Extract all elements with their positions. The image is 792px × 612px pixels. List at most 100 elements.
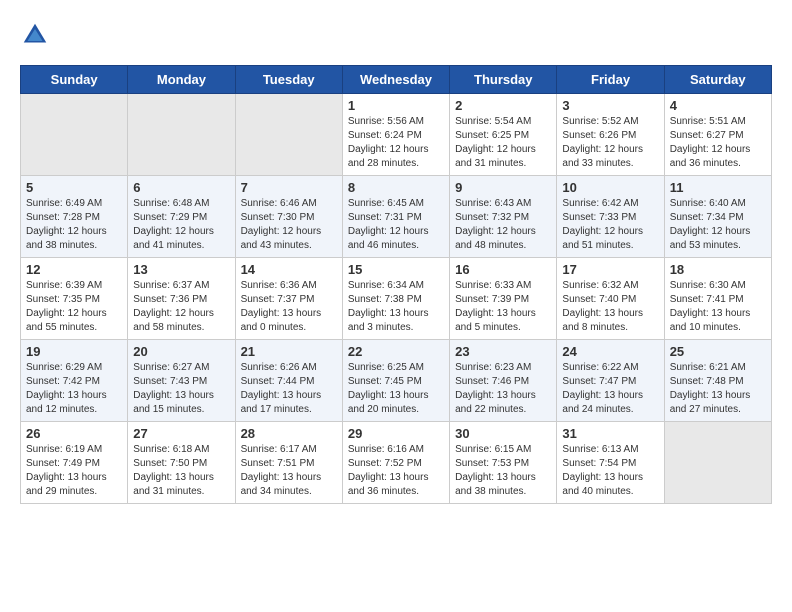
day-info: Sunrise: 6:43 AM Sunset: 7:32 PM Dayligh… <box>455 197 551 253</box>
weekday-label: Tuesday <box>235 66 342 94</box>
day-info: Sunrise: 6:13 AM Sunset: 7:54 PM Dayligh… <box>562 443 658 499</box>
calendar-cell: 20 Sunrise: 6:27 AM Sunset: 7:43 PM Dayli… <box>128 340 235 422</box>
week-row: 12 Sunrise: 6:39 AM Sunset: 7:35 PM Dayli… <box>21 258 772 340</box>
calendar-cell: 7Sunrise: 6:46 AM Sunset: 7:30 PM Daylig… <box>235 176 342 258</box>
day-number: 16 <box>455 262 551 277</box>
day-info: Sunrise: 6:23 AM Sunset: 7:46 PM Dayligh… <box>455 361 551 417</box>
calendar-cell: 29 Sunrise: 6:16 AM Sunset: 7:52 PM Dayli… <box>342 422 449 504</box>
calendar-cell: 3 Sunrise: 5:52 AM Sunset: 6:26 PM Daylig… <box>557 94 664 176</box>
calendar-cell: 14 Sunrise: 6:36 AM Sunset: 7:37 PM Dayli… <box>235 258 342 340</box>
day-number: 13 <box>133 262 229 277</box>
day-info: Sunrise: 6:25 AM Sunset: 7:45 PM Dayligh… <box>348 361 444 417</box>
calendar-cell: 10Sunrise: 6:42 AM Sunset: 7:33 PM Dayli… <box>557 176 664 258</box>
weekday-label: Monday <box>128 66 235 94</box>
calendar-cell: 30Sunrise: 6:15 AM Sunset: 7:53 PM Dayli… <box>450 422 557 504</box>
day-number: 11 <box>670 180 766 195</box>
calendar-cell: 31 Sunrise: 6:13 AM Sunset: 7:54 PM Dayli… <box>557 422 664 504</box>
day-info: Sunrise: 6:30 AM Sunset: 7:41 PM Dayligh… <box>670 279 766 335</box>
day-info: Sunrise: 6:36 AM Sunset: 7:37 PM Dayligh… <box>241 279 337 335</box>
calendar-cell: 28 Sunrise: 6:17 AM Sunset: 7:51 PM Dayli… <box>235 422 342 504</box>
day-number: 3 <box>562 98 658 113</box>
day-info: Sunrise: 5:56 AM Sunset: 6:24 PM Dayligh… <box>348 115 444 171</box>
day-number: 1 <box>348 98 444 113</box>
day-info: Sunrise: 6:18 AM Sunset: 7:50 PM Dayligh… <box>133 443 229 499</box>
calendar-cell: 22 Sunrise: 6:25 AM Sunset: 7:45 PM Dayli… <box>342 340 449 422</box>
day-info: Sunrise: 5:51 AM Sunset: 6:27 PM Dayligh… <box>670 115 766 171</box>
day-number: 14 <box>241 262 337 277</box>
day-number: 23 <box>455 344 551 359</box>
calendar-body: 1 Sunrise: 5:56 AM Sunset: 6:24 PM Daylig… <box>21 94 772 504</box>
logo <box>20 20 55 50</box>
day-info: Sunrise: 6:27 AM Sunset: 7:43 PM Dayligh… <box>133 361 229 417</box>
weekday-label: Saturday <box>664 66 771 94</box>
calendar-cell: 12 Sunrise: 6:39 AM Sunset: 7:35 PM Dayli… <box>21 258 128 340</box>
calendar-cell <box>128 94 235 176</box>
day-info: Sunrise: 6:16 AM Sunset: 7:52 PM Dayligh… <box>348 443 444 499</box>
calendar-cell: 15Sunrise: 6:34 AM Sunset: 7:38 PM Dayli… <box>342 258 449 340</box>
calendar-cell: 1 Sunrise: 5:56 AM Sunset: 6:24 PM Daylig… <box>342 94 449 176</box>
weekday-header: SundayMondayTuesdayWednesdayThursdayFrid… <box>21 66 772 94</box>
calendar-cell <box>664 422 771 504</box>
day-info: Sunrise: 5:54 AM Sunset: 6:25 PM Dayligh… <box>455 115 551 171</box>
day-number: 31 <box>562 426 658 441</box>
logo-icon <box>20 20 50 50</box>
calendar-cell: 19 Sunrise: 6:29 AM Sunset: 7:42 PM Dayli… <box>21 340 128 422</box>
calendar-cell: 13 Sunrise: 6:37 AM Sunset: 7:36 PM Dayli… <box>128 258 235 340</box>
day-number: 20 <box>133 344 229 359</box>
day-info: Sunrise: 6:48 AM Sunset: 7:29 PM Dayligh… <box>133 197 229 253</box>
day-info: Sunrise: 6:42 AM Sunset: 7:33 PM Dayligh… <box>562 197 658 253</box>
calendar: SundayMondayTuesdayWednesdayThursdayFrid… <box>20 65 772 504</box>
day-number: 8 <box>348 180 444 195</box>
page-header <box>20 20 772 50</box>
day-info: Sunrise: 6:29 AM Sunset: 7:42 PM Dayligh… <box>26 361 122 417</box>
day-number: 6 <box>133 180 229 195</box>
calendar-cell: 27 Sunrise: 6:18 AM Sunset: 7:50 PM Dayli… <box>128 422 235 504</box>
day-number: 29 <box>348 426 444 441</box>
day-number: 22 <box>348 344 444 359</box>
day-info: Sunrise: 6:34 AM Sunset: 7:38 PM Dayligh… <box>348 279 444 335</box>
day-number: 5 <box>26 180 122 195</box>
week-row: 26 Sunrise: 6:19 AM Sunset: 7:49 PM Dayli… <box>21 422 772 504</box>
calendar-cell: 2Sunrise: 5:54 AM Sunset: 6:25 PM Daylig… <box>450 94 557 176</box>
day-number: 27 <box>133 426 229 441</box>
day-info: Sunrise: 6:17 AM Sunset: 7:51 PM Dayligh… <box>241 443 337 499</box>
day-number: 12 <box>26 262 122 277</box>
calendar-cell: 17 Sunrise: 6:32 AM Sunset: 7:40 PM Dayli… <box>557 258 664 340</box>
weekday-label: Sunday <box>21 66 128 94</box>
calendar-cell: 26 Sunrise: 6:19 AM Sunset: 7:49 PM Dayli… <box>21 422 128 504</box>
day-info: Sunrise: 6:33 AM Sunset: 7:39 PM Dayligh… <box>455 279 551 335</box>
weekday-label: Thursday <box>450 66 557 94</box>
calendar-cell: 6 Sunrise: 6:48 AM Sunset: 7:29 PM Daylig… <box>128 176 235 258</box>
calendar-cell: 21 Sunrise: 6:26 AM Sunset: 7:44 PM Dayli… <box>235 340 342 422</box>
day-info: Sunrise: 6:45 AM Sunset: 7:31 PM Dayligh… <box>348 197 444 253</box>
calendar-cell: 4 Sunrise: 5:51 AM Sunset: 6:27 PM Daylig… <box>664 94 771 176</box>
calendar-cell: 16 Sunrise: 6:33 AM Sunset: 7:39 PM Dayli… <box>450 258 557 340</box>
day-info: Sunrise: 6:15 AM Sunset: 7:53 PM Dayligh… <box>455 443 551 499</box>
day-info: Sunrise: 6:19 AM Sunset: 7:49 PM Dayligh… <box>26 443 122 499</box>
calendar-cell: 18 Sunrise: 6:30 AM Sunset: 7:41 PM Dayli… <box>664 258 771 340</box>
day-info: Sunrise: 6:26 AM Sunset: 7:44 PM Dayligh… <box>241 361 337 417</box>
day-number: 21 <box>241 344 337 359</box>
calendar-cell: 11 Sunrise: 6:40 AM Sunset: 7:34 PM Dayli… <box>664 176 771 258</box>
day-number: 4 <box>670 98 766 113</box>
day-info: Sunrise: 6:49 AM Sunset: 7:28 PM Dayligh… <box>26 197 122 253</box>
day-info: Sunrise: 6:32 AM Sunset: 7:40 PM Dayligh… <box>562 279 658 335</box>
calendar-cell: 25Sunrise: 6:21 AM Sunset: 7:48 PM Dayli… <box>664 340 771 422</box>
calendar-cell: 23 Sunrise: 6:23 AM Sunset: 7:46 PM Dayli… <box>450 340 557 422</box>
calendar-cell <box>21 94 128 176</box>
calendar-cell: 5 Sunrise: 6:49 AM Sunset: 7:28 PM Daylig… <box>21 176 128 258</box>
day-number: 7 <box>241 180 337 195</box>
day-info: Sunrise: 5:52 AM Sunset: 6:26 PM Dayligh… <box>562 115 658 171</box>
day-number: 17 <box>562 262 658 277</box>
day-number: 19 <box>26 344 122 359</box>
day-info: Sunrise: 6:39 AM Sunset: 7:35 PM Dayligh… <box>26 279 122 335</box>
day-number: 9 <box>455 180 551 195</box>
calendar-cell: 9 Sunrise: 6:43 AM Sunset: 7:32 PM Daylig… <box>450 176 557 258</box>
day-number: 18 <box>670 262 766 277</box>
day-number: 26 <box>26 426 122 441</box>
day-info: Sunrise: 6:40 AM Sunset: 7:34 PM Dayligh… <box>670 197 766 253</box>
week-row: 19 Sunrise: 6:29 AM Sunset: 7:42 PM Dayli… <box>21 340 772 422</box>
day-info: Sunrise: 6:37 AM Sunset: 7:36 PM Dayligh… <box>133 279 229 335</box>
calendar-cell: 24Sunrise: 6:22 AM Sunset: 7:47 PM Dayli… <box>557 340 664 422</box>
day-number: 28 <box>241 426 337 441</box>
